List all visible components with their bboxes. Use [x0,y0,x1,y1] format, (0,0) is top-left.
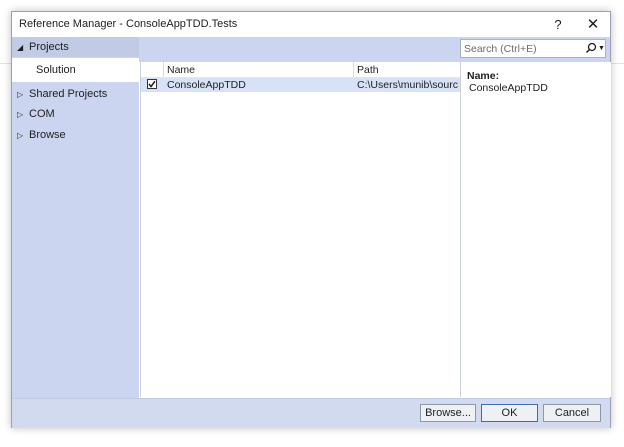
category-nav: ◢ Projects Solution ▷ Shared Projects ▷ … [12,37,139,398]
column-header-path[interactable]: Path [357,64,379,76]
row-path: C:\Users\munib\sourc... [357,79,458,91]
nav-item-label: Shared Projects [29,88,108,100]
references-grid: Name Path ConsoleAppTDD C:\Users\munib\s… [140,62,460,397]
window-title: Reference Manager - ConsoleAppTDD.Tests [19,18,238,30]
nav-item-com[interactable]: ▷ COM [12,104,139,124]
nav-item-label: Projects [29,41,69,53]
search-input[interactable] [461,40,584,57]
search-icon[interactable] [585,41,597,56]
nav-item-projects[interactable]: ◢ Projects [12,37,139,57]
collapsed-arrow-icon[interactable]: ▷ [17,90,23,99]
nav-item-label: Solution [36,64,76,76]
nav-item-label: COM [29,108,55,120]
column-divider[interactable] [163,62,164,77]
column-header-name[interactable]: Name [167,64,195,76]
title-bar: Reference Manager - ConsoleAppTDD.Tests … [12,12,610,36]
browse-button[interactable]: Browse... [420,404,476,422]
cancel-button[interactable]: Cancel [543,404,601,422]
nav-item-shared-projects[interactable]: ▷ Shared Projects [12,84,139,104]
details-pane: Name: ConsoleAppTDD [460,62,611,397]
reference-manager-dialog: Reference Manager - ConsoleAppTDD.Tests … [11,11,611,428]
row-name: ConsoleAppTDD [167,79,246,91]
details-value: ConsoleAppTDD [469,82,548,94]
search-options-chevron-icon[interactable]: ▼ [598,40,605,57]
search-box: ▼ [460,39,606,58]
help-button[interactable]: ? [545,13,571,35]
ok-button[interactable]: OK [481,404,538,422]
checkmark-icon [148,80,156,88]
nav-item-label: Browse [29,129,66,141]
table-row[interactable]: ConsoleAppTDD C:\Users\munib\sourc... [141,78,460,92]
nav-item-browse[interactable]: ▷ Browse [12,125,139,145]
grid-header: Name Path [141,62,460,78]
nav-item-solution[interactable]: Solution [12,58,139,82]
close-button[interactable]: ✕ [580,13,606,35]
collapsed-arrow-icon[interactable]: ▷ [17,110,23,119]
expanded-arrow-icon[interactable]: ◢ [17,43,23,52]
column-divider[interactable] [353,62,354,77]
collapsed-arrow-icon[interactable]: ▷ [17,131,23,140]
details-label: Name: [467,70,500,82]
reference-checkbox[interactable] [147,79,157,89]
button-bar: Browse... OK Cancel [12,398,610,428]
